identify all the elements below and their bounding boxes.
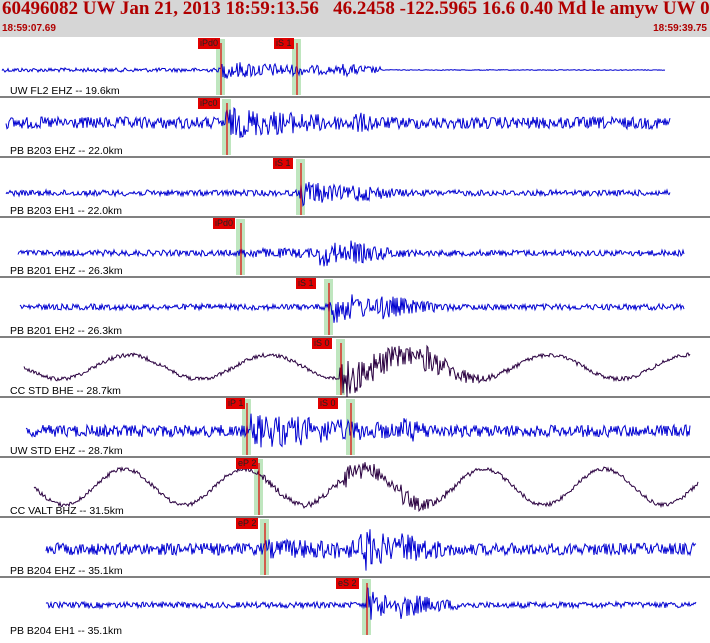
pick-label-p[interactable]: iPd0 [213, 218, 236, 229]
pick-label-s[interactable]: iS 1 [273, 158, 293, 169]
waveform-line [33, 462, 699, 512]
waveform-line [19, 294, 685, 323]
trace-label: CC STD BHE -- 28.7km [10, 385, 121, 397]
waveform-line [25, 413, 691, 448]
trace-label: PB B203 EH1 -- 22.0km [10, 205, 123, 217]
trace-label: PB B201 EHZ -- 26.3km [10, 265, 123, 277]
trace-label: UW FL2 EHZ -- 19.6km [10, 85, 120, 97]
trace-label: UW STD EHZ -- 28.7km [10, 445, 123, 457]
waveform-line [1, 62, 666, 79]
trace-label: PB B204 EH1 -- 35.1km [10, 625, 123, 637]
seismogram-canvas [0, 39, 710, 635]
pick-label-s[interactable]: iS 0 [318, 398, 338, 409]
seismogram-panel: iPd0 iS 1 UW FL2 EHZ -- 19.6km iPc0 PB B203 … [0, 37, 710, 638]
waveform-line [5, 106, 671, 138]
window-end-time: 18:59:39.75 [653, 23, 707, 34]
trace-t5[interactable] [23, 339, 691, 397]
pick-label-s[interactable]: iS 1 [296, 278, 316, 289]
trace-t7[interactable] [33, 459, 699, 515]
waveform-line [45, 529, 697, 571]
event-header: 60496082 UW Jan 21, 2013 18:59:13.56 46.… [0, 0, 710, 37]
event-title: 60496082 UW Jan 21, 2013 18:59:13.56 46.… [2, 0, 710, 19]
pick-label-p[interactable]: eP 2 [236, 458, 259, 469]
trace-label: CC VALT BHZ -- 31.5km [10, 505, 124, 517]
pick-label-p[interactable]: iPd0 [198, 38, 221, 49]
window-start-time: 18:59:07.69 [2, 23, 56, 34]
pick-label-p[interactable]: iPc0 [198, 98, 220, 109]
pick-label-p[interactable]: iP 1 [226, 398, 246, 409]
waveform-line [5, 181, 671, 207]
waveform-line [23, 344, 691, 397]
waveform-line [17, 240, 685, 267]
trace-t6[interactable] [25, 399, 691, 455]
trace-label: PB B201 EH2 -- 26.3km [10, 325, 123, 337]
trace-label: PB B204 EHZ -- 35.1km [10, 565, 123, 577]
pick-label-s[interactable]: eS 2 [336, 578, 359, 589]
trace-label: PB B203 EHZ -- 22.0km [10, 145, 123, 157]
pick-label-s[interactable]: iS 0 [312, 338, 332, 349]
pick-label-p[interactable]: eP 2 [236, 518, 259, 529]
trace-t9[interactable] [45, 579, 697, 635]
trace-t8[interactable] [45, 519, 697, 575]
pick-label-s[interactable]: iS 1 [274, 38, 294, 49]
